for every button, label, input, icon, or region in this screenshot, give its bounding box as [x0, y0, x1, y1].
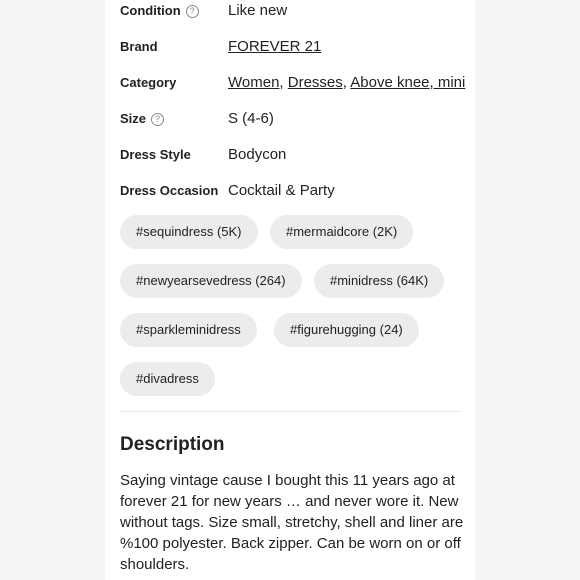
hashtag-chip[interactable]: #mermaidcore (2K) — [270, 215, 414, 249]
help-icon[interactable]: ? — [185, 5, 199, 18]
detail-label-condition: Condition? — [120, 0, 199, 22]
detail-row-dress-occasion: Dress Occasion Cocktail & Party — [120, 180, 465, 204]
hashtag-chip[interactable]: #divadress — [120, 362, 215, 396]
brand-link[interactable]: FOREVER 21 — [228, 36, 321, 58]
category-links: Women, Dresses, Above knee, mini — [228, 74, 466, 91]
detail-label-size: Size? — [120, 108, 165, 130]
hashtag-chip[interactable]: #minidress (64K) — [314, 264, 445, 298]
detail-row-condition: Condition? Like new — [120, 0, 465, 24]
category-link-above-knee-mini[interactable]: Above knee, mini — [350, 74, 465, 91]
hashtag-chip[interactable]: #figurehugging (24) — [274, 313, 419, 347]
hashtag-chip[interactable]: #sparkleminidress — [120, 313, 257, 347]
hashtag-chip[interactable]: #newyearsevedress (264) — [120, 264, 302, 298]
detail-value-dress-style: Bodycon — [228, 146, 287, 163]
detail-value-condition: Like new — [228, 2, 288, 19]
hashtag-chip[interactable]: #sequindress (5K) — [120, 215, 258, 249]
detail-row-dress-style: Dress Style Bodycon — [120, 144, 465, 168]
detail-row-brand: Brand FOREVER 21 — [120, 36, 465, 60]
detail-label-dress-style: Dress Style — [120, 147, 191, 162]
detail-row-size: Size? S (4-6) — [120, 108, 465, 132]
section-divider — [120, 411, 460, 412]
detail-row-category: Category Women, Dresses, Above knee, min… — [120, 72, 465, 96]
description-heading: Description — [120, 434, 225, 455]
detail-value-size: S (4-6) — [228, 110, 274, 127]
listing-details-card: Condition? Like new Brand FOREVER 21 Cat… — [105, 0, 475, 580]
detail-label-brand: Brand — [120, 39, 158, 54]
detail-label-category: Category — [120, 75, 177, 90]
detail-value-dress-occasion: Cocktail & Party — [228, 182, 335, 199]
help-icon[interactable]: ? — [151, 113, 165, 126]
category-link-dresses[interactable]: Dresses — [288, 74, 343, 91]
category-link-women[interactable]: Women — [228, 74, 279, 91]
detail-label-dress-occasion: Dress Occasion — [120, 183, 219, 198]
description-text: Saying vintage cause I bought this 11 ye… — [120, 472, 464, 573]
